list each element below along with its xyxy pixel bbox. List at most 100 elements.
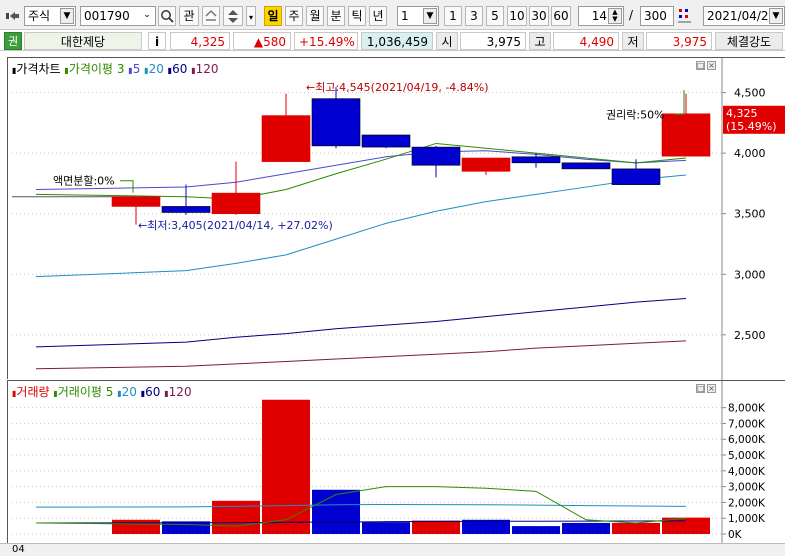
total-value: 300 (644, 9, 667, 23)
x-axis-label: 04 (12, 544, 25, 555)
price-legend: ▮가격차트 ▮가격이평 3 ▮5 ▮20 ▮60 ▮120 (12, 62, 219, 76)
period-1-button[interactable]: 1 (444, 6, 462, 26)
count-input[interactable]: 14 ▲ ▼ (578, 6, 624, 26)
legend-volume-title: 거래량 (16, 385, 50, 399)
spinner-icon[interactable]: ▲ ▼ (608, 8, 622, 24)
volume-chart: 8,000K 7,000K 6,000K 5,000K 4,000K 3,000K 2,00… (12, 381, 766, 544)
volume-tick-label: 0K (728, 529, 743, 541)
date-select[interactable]: 2021/04/29 ▼ (703, 6, 785, 26)
candle-body (311, 98, 361, 147)
candle-body (511, 156, 561, 164)
rights-annotation: 권리락:50% (606, 108, 665, 121)
chevron-down-icon: ▼ (423, 8, 437, 24)
legend-price-title: 가격차트 (16, 62, 61, 76)
period-label: 3 (470, 9, 478, 23)
tab-month[interactable]: 월 (306, 6, 324, 26)
trade-volume: 1,036,459 (361, 32, 433, 50)
period-select[interactable]: 1 ▼ (397, 6, 439, 26)
volume-bar (112, 519, 160, 534)
period-label: 5 (491, 9, 499, 23)
total-input[interactable]: 300 (640, 6, 674, 26)
close-icon[interactable]: × (707, 61, 716, 70)
tab-week[interactable]: 주 (285, 6, 303, 26)
legend-vol-ma60: 60 (145, 385, 161, 399)
period-5-button[interactable]: 5 (486, 6, 504, 26)
ma-extra-line (35, 340, 687, 370)
market-type-value: 주식 (28, 9, 51, 23)
info-button[interactable]: i (148, 32, 166, 50)
current-price-label: 4,325 (726, 107, 758, 120)
volume-tick-label: 6,000K (728, 434, 766, 446)
dock-icon[interactable] (6, 9, 20, 21)
legend-ma60: 60 (172, 62, 188, 76)
vol-ma20-line (35, 503, 687, 508)
volume-bar (612, 522, 660, 534)
split-arrow (120, 180, 134, 193)
period-label: 30 (531, 9, 547, 23)
period-label: 60 (553, 9, 569, 23)
legend-vol-ma-title: 거래이평 (57, 385, 102, 399)
tab-minute[interactable]: 분 (327, 6, 345, 26)
low-label: 저 (622, 32, 644, 50)
count-separator: / (629, 8, 634, 22)
volume-tick-label: 2,000K (728, 497, 766, 509)
chevron-down-icon: ▼ (60, 8, 74, 24)
volume-tick-label: 1,000K (728, 513, 766, 525)
legend-ma5: 5 (132, 62, 141, 76)
gwan-button[interactable]: 관 (179, 6, 199, 26)
high-price: 4,490 (553, 32, 619, 50)
candle-body (211, 192, 261, 215)
stock-code-input[interactable]: 001790 ⌄ (80, 6, 156, 26)
period-label: 10 (509, 9, 525, 23)
candle-body (561, 162, 611, 170)
stepper-button[interactable] (223, 6, 243, 26)
price-chart-panel[interactable]: 4,500 4,000 3,500 3,000 2,500 ←최고:4,545(2021/… (7, 57, 785, 380)
price-tick-label: 3,500 (734, 208, 766, 221)
count-value: 14 (591, 9, 607, 23)
period-30-button[interactable]: 30 (529, 6, 549, 26)
gwan-label: 관 (183, 9, 195, 23)
tab-week-label: 주 (288, 9, 300, 23)
dropdown-button[interactable]: ▾ (246, 6, 256, 26)
minimize-icon[interactable]: □ (696, 384, 705, 393)
settings-button[interactable] (677, 6, 695, 26)
price-chart: 4,500 4,000 3,500 3,000 2,500 ←최고:4,545(2021/… (12, 58, 785, 380)
period-60-button[interactable]: 60 (551, 6, 571, 26)
candle-body (111, 196, 161, 207)
candle-body (411, 146, 461, 166)
price-tick-label: 4,000 (734, 147, 766, 160)
close-icon[interactable]: × (707, 384, 716, 393)
change-percent: +15.49% (294, 32, 358, 50)
volume-tick-label: 4,000K (728, 466, 766, 478)
minimize-icon[interactable]: □ (696, 61, 705, 70)
legend-vol-ma120: 120 (168, 385, 192, 399)
chart-settings-icon (678, 9, 691, 23)
tab-tick[interactable]: 틱 (348, 6, 366, 26)
candle-body (361, 134, 411, 148)
volume-tick-label: 5,000K (728, 450, 766, 462)
toolbar: 주식 ▼ 001790 ⌄ 관 ▾ 일 주 월 분 틱 년 1 ▼ 1 3 5 … (0, 0, 785, 30)
candle-body (661, 113, 711, 157)
tab-year[interactable]: 년 (369, 6, 387, 26)
period-10-button[interactable]: 10 (507, 6, 527, 26)
rights-badge: 권 (4, 32, 22, 50)
stock-name[interactable]: 대한제당 (24, 32, 142, 50)
legend-vol-ma5: 5 (105, 385, 114, 399)
market-type-select[interactable]: 주식 ▼ (24, 6, 76, 26)
period-3-button[interactable]: 3 (465, 6, 483, 26)
volume-legend: ▮거래량 ▮거래이평 5 ▮20 ▮60 ▮120 (12, 385, 192, 399)
volume-bar (262, 399, 310, 534)
legend-ma120: 120 (195, 62, 219, 76)
strength-label[interactable]: 체결강도 (715, 32, 783, 50)
ma120-line (35, 297, 687, 348)
legend-ma20: 20 (148, 62, 164, 76)
search-button[interactable] (158, 6, 176, 26)
legend-ma3: 3 (116, 62, 125, 76)
link-button[interactable] (202, 6, 220, 26)
tab-day-label: 일 (267, 9, 279, 23)
volume-chart-panel[interactable]: 8,000K 7,000K 6,000K 5,000K 4,000K 3,000K 2,00… (7, 380, 785, 544)
x-axis-bar: 04 (0, 543, 785, 556)
tab-day[interactable]: 일 (264, 6, 282, 26)
chevron-down-icon: ⌄ (143, 10, 151, 20)
price-change: ▲580 (233, 32, 291, 50)
